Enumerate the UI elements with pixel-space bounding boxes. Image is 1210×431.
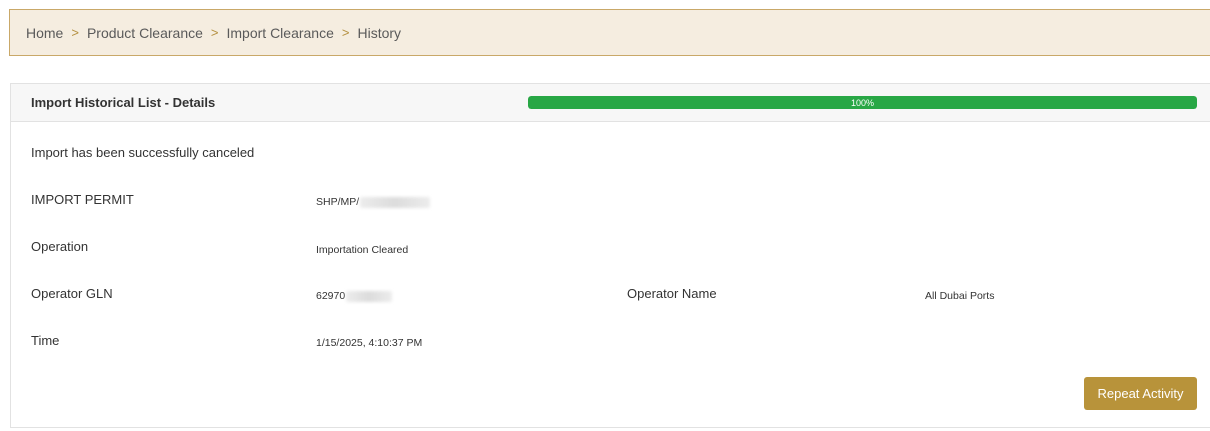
operator-gln-text: 62970 — [316, 290, 346, 302]
redacted-blur — [360, 196, 431, 208]
time-label: Time — [31, 333, 60, 348]
breadcrumb-separator: > — [341, 25, 350, 40]
breadcrumb: Home > Product Clearance > Import Cleara… — [9, 9, 1210, 56]
progress-fill: 100% — [528, 96, 1197, 109]
operation-label: Operation — [31, 239, 89, 254]
operator-gln-label: Operator GLN — [31, 286, 113, 301]
details-panel: Import Historical List - Details 100% Im… — [10, 83, 1210, 428]
breadcrumb-separator: > — [71, 25, 79, 40]
operator-name-value: All Dubai Ports — [925, 290, 995, 302]
panel-header: Import Historical List - Details 100% — [11, 84, 1210, 122]
time-value: 1/15/2025, 4:10:37 PM — [316, 337, 423, 349]
operator-gln-value: 62970 — [316, 290, 393, 302]
panel-title: Import Historical List - Details — [31, 95, 216, 110]
progress-bar: 100% — [528, 96, 1197, 109]
repeat-activity-button[interactable]: Repeat Activity — [1084, 377, 1197, 410]
breadcrumb-home[interactable]: Home — [26, 25, 63, 41]
import-permit-text: SHP/MP/ — [316, 196, 360, 208]
import-permit-value: SHP/MP/ — [316, 196, 431, 208]
operation-value: Importation Cleared — [316, 244, 409, 256]
import-permit-label: IMPORT PERMIT — [31, 192, 134, 207]
operator-name-label: Operator Name — [627, 286, 717, 301]
redacted-blur — [346, 290, 393, 302]
progress-label: 100% — [850, 97, 875, 108]
breadcrumb-product-clearance[interactable]: Product Clearance — [87, 25, 203, 41]
breadcrumb-separator: > — [210, 25, 219, 40]
status-message: Import has been successfully canceled — [31, 145, 255, 160]
breadcrumb-current: History — [357, 24, 402, 41]
breadcrumb-import-clearance[interactable]: Import Clearance — [227, 25, 334, 41]
